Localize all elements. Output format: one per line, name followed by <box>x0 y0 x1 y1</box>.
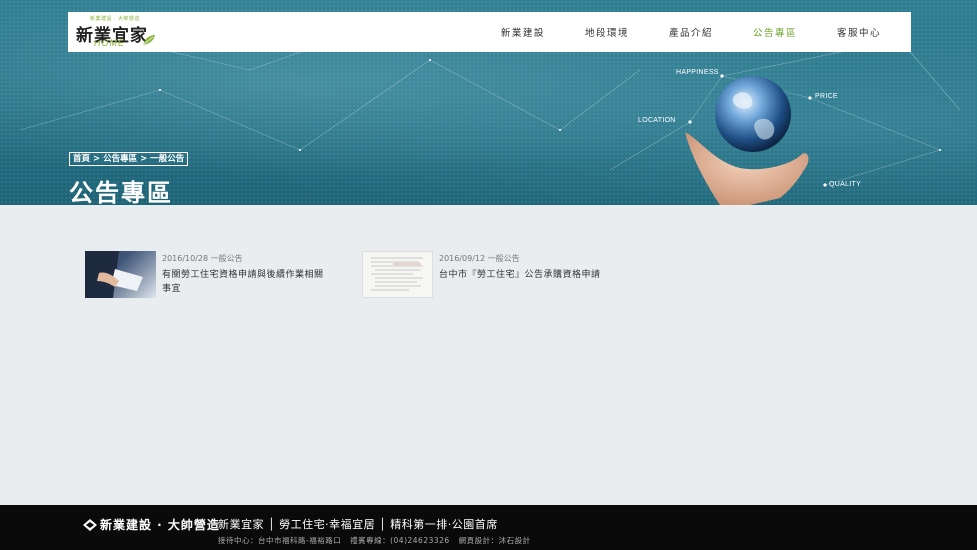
top-navbar: 新業建設 · 大帥營造 新業宜家 HOME 新業建設 地段環境 產品介紹 公告專… <box>68 12 911 52</box>
breadcrumb-separator: > <box>93 154 101 164</box>
nav-item-products[interactable]: 產品介紹 <box>669 25 713 39</box>
footer-hotline: 禮賓專線：(04)24623326 <box>350 536 450 545</box>
footer-brand-text: 新業建設 · 大帥營造 <box>100 518 220 532</box>
breadcrumb: 首頁 > 公告專區 > 一般公告 <box>69 152 189 166</box>
news-meta: 2016/09/12 一般公告 <box>439 253 639 265</box>
globe-label-happiness: HAPPINESS <box>676 69 719 76</box>
breadcrumb-section-link[interactable]: 公告專區 <box>103 153 137 165</box>
nav-item-announcements[interactable]: 公告專區 <box>753 25 797 39</box>
news-category: 一般公告 <box>210 254 243 263</box>
news-item[interactable]: 2016/10/28 一般公告 有關勞工住宅資格申請與後續作業相關事宜 <box>85 251 332 298</box>
site-logo[interactable]: 新業建設 · 大帥營造 新業宜家 HOME <box>76 12 176 52</box>
footer-brand: 新業建設 · 大帥營造 <box>83 516 220 533</box>
news-thumbnail[interactable] <box>85 251 156 298</box>
breadcrumb-home-link[interactable]: 首頁 <box>73 153 90 165</box>
main-nav: 新業建設 地段環境 產品介紹 公告專區 客服中心 <box>461 12 881 52</box>
globe-label-quality: QUALITY <box>829 181 862 188</box>
news-thumbnail[interactable] <box>362 251 433 298</box>
globe-label-price: PRICE <box>815 93 838 100</box>
site-footer: 新業建設 · 大帥營造 新業宜家 │ 勞工住宅·幸福宜居 │ 精科第一排·公園首… <box>0 505 977 550</box>
news-meta: 2016/10/28 一般公告 <box>162 253 332 265</box>
leaf-icon <box>142 35 155 46</box>
footer-reception: 接待中心：台中市福科路-福裕路口 <box>218 536 342 545</box>
footer-design-credit[interactable]: 網頁設計：沐石設計 <box>459 536 531 545</box>
globe-label-location: LOCATION <box>638 117 676 124</box>
breadcrumb-current: 一般公告 <box>150 154 185 164</box>
footer-tagline: 新業宜家 │ 勞工住宅·幸福宜居 │ 精科第一排·公園首席 <box>218 518 498 531</box>
breadcrumb-separator: > <box>140 154 148 164</box>
news-date: 2016/10/28 <box>162 254 209 263</box>
brand-logo-icon <box>83 518 97 531</box>
news-category: 一般公告 <box>487 254 520 263</box>
logo-home-text: HOME <box>94 38 125 48</box>
news-title-link[interactable]: 有關勞工住宅資格申請與後續作業相關事宜 <box>162 268 332 296</box>
news-title-link[interactable]: 台中市『勞工住宅』公告承購資格申請 <box>439 268 639 282</box>
page-title: 公告專區 <box>69 179 173 205</box>
footer-info: 接待中心：台中市福科路-福裕路口 禮賓專線：(04)24623326 網頁設計：… <box>218 535 537 546</box>
globe-hand-image <box>680 70 820 205</box>
nav-item-company[interactable]: 新業建設 <box>501 25 545 39</box>
nav-item-service[interactable]: 客服中心 <box>837 25 881 39</box>
nav-item-location[interactable]: 地段環境 <box>585 25 629 39</box>
news-date: 2016/09/12 <box>439 254 486 263</box>
news-item[interactable]: 2016/09/12 一般公告 台中市『勞工住宅』公告承購資格申請 <box>362 251 639 298</box>
